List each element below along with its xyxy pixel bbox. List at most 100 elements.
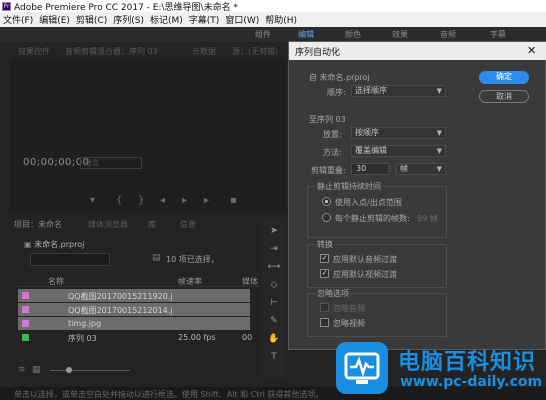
zoom-slider-handle[interactable] — [66, 367, 72, 373]
workspace-tab-color[interactable]: 颜色 — [345, 29, 361, 40]
track-select-tool-icon[interactable]: ⇥ — [262, 244, 286, 254]
close-icon[interactable]: ✕ — [527, 44, 536, 57]
project-toolbar: ▤ 10 项已选择， — [16, 250, 260, 270]
window-title: Adobe Premiere Pro CC 2017 - E:\思维导图\未命名… — [14, 2, 238, 13]
slip-tool-icon[interactable]: ⊢ — [262, 298, 286, 308]
razor-tool-icon[interactable]: ◇ — [262, 280, 286, 290]
row-name: QQ截图20170015212014.j — [68, 306, 173, 315]
column-media[interactable]: 媒体 — [242, 276, 258, 287]
transport-controls: ▾ { } ◂ ▸ ▸ ▪ — [80, 195, 260, 209]
menu-help[interactable]: 帮助(H) — [265, 13, 297, 26]
step-forward-icon[interactable]: ▸ — [204, 195, 209, 206]
dialog-title-bar: 序列自动化 ✕ — [289, 42, 546, 60]
fit-value: 适合 — [85, 159, 99, 167]
selection-tool-icon[interactable]: ➤ — [262, 226, 286, 236]
tab-project[interactable]: 项目：未命名 — [14, 219, 62, 230]
list-view-icon[interactable]: ≡ — [18, 365, 26, 375]
play-icon[interactable]: ▸ — [182, 195, 187, 206]
tab-effect-controls[interactable]: 效果控件 — [18, 46, 50, 57]
placement-dropdown[interactable]: 按顺序 ▼ — [351, 127, 446, 139]
type-tool-icon[interactable]: T — [262, 352, 286, 362]
project-search-input[interactable] — [30, 253, 110, 266]
menu-window[interactable]: 窗口(W) — [225, 13, 259, 26]
cancel-button[interactable]: 取消 — [479, 90, 529, 103]
source-panel-tabs: 效果控件 音频剪辑混合器：序列 03 元数据 源：(无剪辑) — [10, 44, 280, 58]
ignore-group-label: 忽略选项 — [315, 288, 351, 299]
order-value: 选择顺序 — [355, 86, 387, 95]
mark-out-icon[interactable]: } — [138, 195, 144, 206]
method-dropdown[interactable]: 覆盖编辑 ▼ — [351, 145, 446, 157]
icon-view-icon[interactable]: ▦ — [32, 365, 41, 375]
project-panel-tabs: 项目：未命名 媒体浏览器 库 信息 — [10, 217, 260, 230]
overlap-value: 30 — [356, 164, 367, 173]
menu-title[interactable]: 字幕(T) — [189, 13, 220, 26]
workspace-tab-titles[interactable]: 字幕 — [490, 29, 506, 40]
mark-in-icon[interactable]: { — [116, 195, 122, 206]
checkbox-ignore-video[interactable] — [320, 318, 329, 327]
ok-button[interactable]: 确定 — [479, 71, 529, 84]
tab-source[interactable]: 源：(无剪辑) — [232, 46, 278, 57]
menu-markers[interactable]: 标记(M) — [150, 13, 183, 26]
menu-sequence[interactable]: 序列(S) — [113, 13, 144, 26]
order-dropdown[interactable]: 选择顺序 ▼ — [351, 85, 446, 97]
tab-libraries[interactable]: 库 — [148, 219, 156, 230]
source-monitor[interactable] — [10, 58, 286, 213]
frames-value[interactable]: 99 帧 — [417, 213, 438, 224]
row-name: timg.jpg — [68, 319, 102, 328]
zoom-slider[interactable] — [50, 370, 130, 371]
column-name[interactable]: 名称 — [48, 276, 64, 287]
tab-media-browser[interactable]: 媒体浏览器 — [88, 219, 128, 230]
row-media: 00 — [242, 333, 253, 342]
bin-icon[interactable]: ▤ — [152, 253, 161, 263]
pen-tool-icon[interactable]: ✎ — [262, 316, 286, 326]
ripple-edit-tool-icon[interactable]: ⟷ — [262, 262, 286, 272]
watermark: 电脑百科知识 www.pc-daily.com — [336, 338, 546, 400]
method-label: 方法: — [323, 148, 342, 157]
radio-use-inout[interactable] — [322, 197, 331, 206]
watermark-url: www.pc-daily.com — [400, 374, 543, 390]
checkbox-default-audio[interactable]: ✓ — [320, 254, 329, 263]
project-row[interactable]: timg.jpg — [18, 317, 250, 330]
menu-bar: 文件(F) 编辑(E) 剪辑(C) 序列(S) 标记(M) 字幕(T) 窗口(W… — [0, 12, 546, 27]
menu-clip[interactable]: 剪辑(C) — [76, 13, 107, 26]
step-back-icon[interactable]: ◂ — [160, 195, 165, 206]
workspace-bar: 组件 编辑 颜色 效果 音频 字幕 — [0, 27, 546, 42]
workspace-tab-editing[interactable]: 编辑 — [298, 29, 314, 40]
checkbox-default-video[interactable]: ✓ — [320, 269, 329, 278]
tab-audio-mixer[interactable]: 音频剪辑混合器：序列 03 — [65, 46, 158, 57]
marker-icon[interactable]: ▾ — [90, 195, 95, 206]
label-color-swatch[interactable] — [22, 334, 29, 341]
row-name: QQ截图20170015211920.j — [68, 292, 173, 301]
menu-edit[interactable]: 编辑(E) — [39, 13, 70, 26]
chevron-down-icon: ▼ — [436, 87, 442, 95]
label-color-swatch[interactable] — [22, 292, 29, 299]
placement-value: 按顺序 — [355, 128, 379, 137]
project-row[interactable]: QQ截图20170015212014.j — [18, 303, 250, 316]
tab-info[interactable]: 信息 — [180, 219, 196, 230]
workspace-tab-assembly[interactable]: 组件 — [255, 29, 271, 40]
hand-tool-icon[interactable]: ✋ — [262, 334, 286, 344]
watermark-logo — [336, 342, 388, 394]
folder-icon: ▣ — [24, 240, 35, 249]
tab-metadata[interactable]: 元数据 — [192, 46, 216, 57]
label-color-swatch[interactable] — [22, 306, 29, 313]
menu-file[interactable]: 文件(F) — [3, 13, 33, 26]
project-footer: ≡ ▦ — [10, 365, 260, 377]
workspace-tab-effects[interactable]: 效果 — [392, 29, 408, 40]
overlap-input[interactable]: 30 — [351, 163, 389, 175]
premiere-logo-icon: Pr — [2, 1, 11, 11]
overlap-label: 剪辑重叠: — [311, 166, 346, 175]
column-frame-rate[interactable]: 帧速率 — [178, 276, 202, 287]
checkbox-ignore-audio[interactable] — [320, 303, 329, 312]
insert-icon[interactable]: ▪ — [230, 195, 237, 206]
fit-dropdown[interactable]: 适合 — [80, 157, 142, 169]
radio-frames-per-still[interactable] — [322, 213, 331, 222]
project-row[interactable]: QQ截图20170015211920.j — [18, 289, 250, 302]
project-row[interactable]: 序列 03 25.00 fps 00 — [18, 331, 253, 344]
chevron-down-icon: ▼ — [436, 147, 442, 155]
workspace-tab-audio[interactable]: 音频 — [440, 29, 456, 40]
project-column-header: 名称 帧速率 媒体 — [18, 275, 260, 287]
label-color-swatch[interactable] — [22, 320, 29, 327]
overlap-unit-dropdown[interactable]: 帧 ▼ — [396, 163, 446, 175]
method-value: 覆盖编辑 — [355, 146, 387, 155]
